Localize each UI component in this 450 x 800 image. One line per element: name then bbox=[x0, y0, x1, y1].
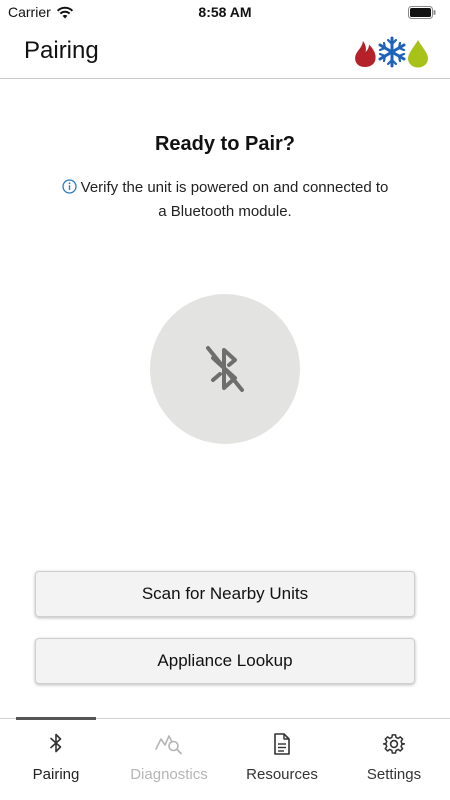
tab-diagnostics[interactable]: Diagnostics bbox=[113, 719, 225, 800]
tab-diagnostics-label: Diagnostics bbox=[130, 766, 208, 783]
droplet-icon bbox=[408, 40, 428, 68]
scan-nearby-button[interactable]: Scan for Nearby Units bbox=[35, 571, 415, 617]
battery-icon bbox=[408, 6, 436, 19]
tab-resources-label: Resources bbox=[246, 766, 318, 783]
status-time: 8:58 AM bbox=[198, 4, 252, 20]
flame-icon bbox=[355, 41, 376, 67]
tab-resources[interactable]: Resources bbox=[226, 719, 338, 800]
document-icon bbox=[274, 733, 290, 755]
info-circle-icon bbox=[61, 179, 77, 194]
info-message: Verify the unit is powered on and connec… bbox=[60, 176, 390, 224]
status-bar: Carrier 8:58 AM bbox=[0, 0, 450, 26]
tab-pairing[interactable]: Pairing bbox=[0, 719, 112, 800]
bluetooth-icon bbox=[50, 733, 62, 753]
diagnostics-icon bbox=[155, 735, 182, 755]
navigation-header: Pairing bbox=[0, 26, 450, 79]
info-text: Verify the unit is powered on and connec… bbox=[80, 179, 389, 220]
gear-icon bbox=[383, 734, 405, 754]
brand-logo bbox=[355, 36, 428, 68]
tab-bar: Pairing Diagnostics Resources Settings bbox=[0, 717, 450, 800]
page-title: Pairing bbox=[24, 37, 99, 64]
ready-heading: Ready to Pair? bbox=[154, 133, 296, 155]
appliance-lookup-button[interactable]: Appliance Lookup bbox=[35, 638, 415, 684]
tab-settings-label: Settings bbox=[366, 766, 422, 783]
tab-pairing-label: Pairing bbox=[32, 766, 80, 783]
bluetooth-status-indicator bbox=[150, 294, 300, 444]
pairing-content: Ready to Pair? Verify the unit is powere… bbox=[0, 80, 450, 718]
tab-settings[interactable]: Settings bbox=[338, 719, 450, 800]
bluetooth-disabled-icon bbox=[206, 346, 244, 392]
snowflake-icon bbox=[378, 36, 406, 68]
